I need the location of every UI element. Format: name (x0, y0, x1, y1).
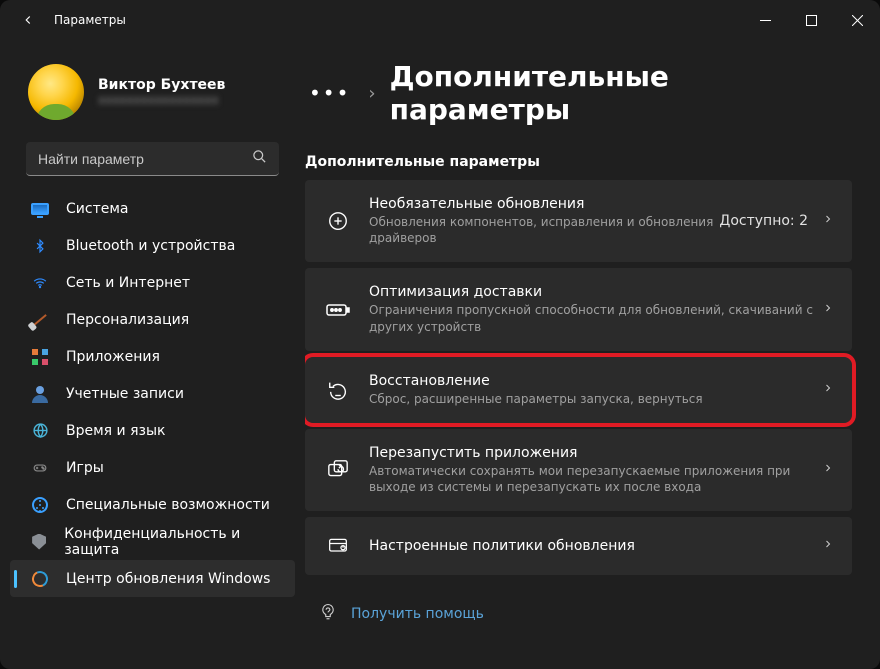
sidebar-item-label: Система (66, 201, 128, 217)
recovery-icon (325, 377, 351, 403)
card-desc: Обновления компонентов, исправления и об… (369, 214, 719, 246)
breadcrumb: ••• › Дополнительные параметры (305, 50, 852, 148)
settings-window: Параметры Виктор Бухтеев xxxxxxxxxxxxxxx… (0, 0, 880, 669)
breadcrumb-overflow[interactable]: ••• (305, 81, 354, 105)
card-title: Оптимизация доставки (369, 284, 822, 300)
card-text: Восстановление Сброс, расширенные параме… (369, 373, 822, 407)
policy-icon (325, 533, 351, 559)
card-text: Перезапустить приложения Автоматически с… (369, 445, 822, 495)
sidebar-item-windows-update[interactable]: Центр обновления Windows (10, 560, 295, 597)
profile-text: Виктор Бухтеев xxxxxxxxxxxxxxxxx (98, 77, 225, 107)
card-recovery[interactable]: Восстановление Сброс, расширенные параме… (305, 357, 852, 423)
sidebar-item-label: Персонализация (66, 312, 189, 328)
restart-apps-icon (325, 457, 351, 483)
accessibility-icon (30, 495, 50, 515)
chevron-right-icon (822, 213, 834, 229)
help-icon (319, 603, 337, 625)
card-right (822, 382, 834, 398)
sidebar-item-time[interactable]: Время и язык (10, 412, 295, 449)
window-title: Параметры (54, 13, 126, 27)
card-desc: Сброс, расширенные параметры запуска, ве… (369, 391, 822, 407)
sidebar-item-bluetooth[interactable]: Bluetooth и устройства (10, 227, 295, 264)
minimize-button[interactable] (742, 0, 788, 40)
sidebar-item-apps[interactable]: Приложения (10, 338, 295, 375)
chevron-right-icon (822, 302, 834, 318)
card-desc: Ограничения пропускной способности для о… (369, 302, 822, 334)
card-delivery-optimization[interactable]: Оптимизация доставки Ограничения пропуск… (305, 268, 852, 350)
shield-icon (30, 532, 48, 552)
card-right (822, 302, 834, 318)
maximize-button[interactable] (788, 0, 834, 40)
globe-icon (30, 421, 50, 441)
help-link[interactable]: Получить помощь (305, 581, 852, 625)
main-panel: ••• › Дополнительные параметры Дополните… (305, 40, 880, 669)
card-text: Необязательные обновления Обновления ком… (369, 196, 719, 246)
brush-icon (30, 310, 50, 330)
card-title: Настроенные политики обновления (369, 538, 822, 554)
sidebar-item-label: Приложения (66, 349, 160, 365)
card-right: Доступно: 2 (719, 213, 834, 229)
bluetooth-icon (30, 236, 50, 256)
chevron-right-icon (822, 462, 834, 478)
card-text: Настроенные политики обновления (369, 538, 822, 554)
avatar (28, 64, 84, 120)
battery-icon (325, 297, 351, 323)
sidebar-item-label: Учетные записи (66, 386, 184, 402)
user-icon (30, 384, 50, 404)
profile-email: xxxxxxxxxxxxxxxxx (98, 93, 225, 107)
profile-name: Виктор Бухтеев (98, 77, 225, 93)
card-restart-apps[interactable]: Перезапустить приложения Автоматически с… (305, 429, 852, 511)
close-button[interactable] (834, 0, 880, 40)
sidebar-item-label: Специальные возможности (66, 497, 270, 513)
wifi-icon (30, 273, 50, 293)
system-icon (30, 199, 50, 219)
card-text: Оптимизация доставки Ограничения пропуск… (369, 284, 822, 334)
section-label: Дополнительные параметры (305, 154, 852, 170)
update-icon (30, 569, 50, 589)
sidebar-item-label: Время и язык (66, 423, 165, 439)
card-optional-updates[interactable]: Необязательные обновления Обновления ком… (305, 180, 852, 262)
sidebar-item-label: Bluetooth и устройства (66, 238, 235, 254)
search-input[interactable] (38, 151, 252, 167)
gamepad-icon (30, 458, 50, 478)
card-title: Перезапустить приложения (369, 445, 822, 461)
sidebar-item-personalization[interactable]: Персонализация (10, 301, 295, 338)
chevron-right-icon (822, 538, 834, 554)
card-title: Необязательные обновления (369, 196, 719, 212)
card-desc: Автоматически сохранять мои перезапускае… (369, 463, 822, 495)
nav: Система Bluetooth и устройства Сеть и Ин… (6, 190, 299, 597)
plus-circle-icon (325, 208, 351, 234)
search-icon (252, 149, 267, 168)
apps-icon (30, 347, 50, 367)
back-button[interactable] (16, 8, 40, 32)
sidebar-item-label: Центр обновления Windows (66, 571, 270, 587)
card-update-policies[interactable]: Настроенные политики обновления (305, 517, 852, 575)
card-right (822, 462, 834, 478)
card-title: Восстановление (369, 373, 822, 389)
help-label: Получить помощь (351, 606, 484, 622)
sidebar-item-system[interactable]: Система (10, 190, 295, 227)
sidebar-item-label: Игры (66, 460, 104, 476)
sidebar-item-accessibility[interactable]: Специальные возможности (10, 486, 295, 523)
card-right (822, 538, 834, 554)
sidebar-item-accounts[interactable]: Учетные записи (10, 375, 295, 412)
sidebar-item-network[interactable]: Сеть и Интернет (10, 264, 295, 301)
window-body: Виктор Бухтеев xxxxxxxxxxxxxxxxx Система (0, 40, 880, 669)
sidebar-item-privacy[interactable]: Конфиденциальность и защита (10, 523, 295, 560)
sidebar-item-label: Сеть и Интернет (66, 275, 190, 291)
profile-block[interactable]: Виктор Бухтеев xxxxxxxxxxxxxxxxx (6, 50, 299, 138)
page-title: Дополнительные параметры (390, 60, 852, 126)
sidebar: Виктор Бухтеев xxxxxxxxxxxxxxxxx Система (0, 40, 305, 669)
titlebar: Параметры (0, 0, 880, 40)
chevron-right-icon: › (368, 83, 375, 104)
search-box[interactable] (26, 142, 279, 176)
sidebar-item-gaming[interactable]: Игры (10, 449, 295, 486)
available-count: Доступно: 2 (719, 213, 808, 229)
chevron-right-icon (822, 382, 834, 398)
sidebar-item-label: Конфиденциальность и защита (64, 526, 279, 558)
